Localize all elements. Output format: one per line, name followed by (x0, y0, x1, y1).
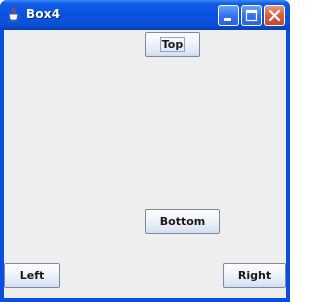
close-button[interactable] (264, 5, 285, 26)
content-pane: Top Bottom Left Right (4, 30, 286, 298)
java-cup-icon[interactable] (6, 7, 22, 23)
maximize-icon (245, 9, 258, 22)
maximize-button[interactable] (241, 5, 262, 26)
right-button[interactable]: Right (223, 263, 286, 288)
close-icon (268, 9, 281, 22)
top-button[interactable]: Top (145, 32, 200, 57)
window-title: Box4 (26, 7, 61, 21)
app-window: Box4 Top Bottom Left Right (0, 0, 290, 302)
bottom-button[interactable]: Bottom (145, 209, 220, 234)
left-button[interactable]: Left (4, 263, 60, 288)
minimize-icon (224, 18, 231, 21)
minimize-button[interactable] (218, 5, 239, 26)
top-button-label: Top (159, 37, 186, 52)
title-bar[interactable]: Box4 (0, 0, 290, 30)
